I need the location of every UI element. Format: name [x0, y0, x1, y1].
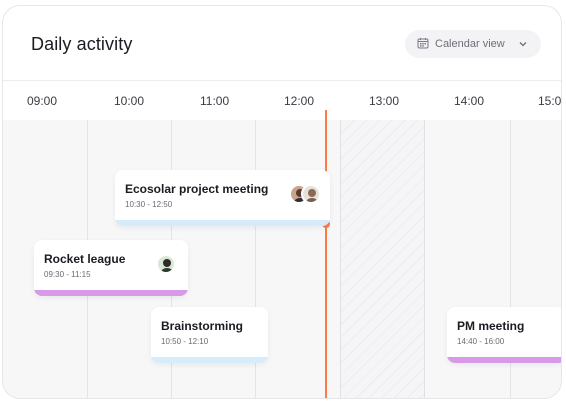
event-color-bar [34, 290, 188, 296]
event-title: Rocket league [44, 252, 126, 266]
event-title: PM meeting [457, 319, 525, 333]
event-pm-meeting[interactable]: PM meeting 14:40 - 16:00 [447, 307, 561, 363]
event-rocket-league[interactable]: Rocket league 09:30 - 11:15 [34, 240, 188, 296]
hour-label: 13:00 [369, 94, 400, 108]
hour-scale: 09:00 10:00 11:00 12:00 13:00 14:00 15:0 [3, 80, 561, 120]
avatar [156, 254, 176, 274]
event-color-bar [447, 357, 561, 363]
hour-label: 12:00 [284, 94, 315, 108]
event-time: 09:30 - 11:15 [44, 270, 91, 279]
event-brainstorming[interactable]: Brainstorming 10:50 - 12:10 [151, 307, 268, 363]
event-color-bar [115, 220, 330, 226]
event-ecosolar-project-meeting[interactable]: Ecosolar project meeting 10:30 - 12:50 [115, 170, 330, 226]
hour-label: 09:00 [27, 94, 58, 108]
current-time-line [325, 110, 327, 398]
daily-activity-card: Daily activity Calendar view 09:00 10:00… [2, 5, 562, 399]
hour-label: 11:00 [200, 94, 230, 108]
event-color-bar [151, 357, 268, 363]
chevron-down-icon [519, 39, 527, 49]
avatar [301, 184, 321, 204]
event-title: Ecosolar project meeting [125, 182, 269, 196]
calendar-view-button[interactable]: Calendar view [405, 30, 541, 58]
event-time: 10:50 - 12:10 [161, 337, 209, 346]
hour-label: 15:0 [538, 94, 562, 108]
hour-label: 14:00 [454, 94, 485, 108]
hour-label: 10:00 [114, 94, 145, 108]
event-time: 10:30 - 12:50 [125, 200, 173, 209]
card-header: Daily activity Calendar view [3, 6, 561, 80]
timeline-grid[interactable]: Ecosolar project meeting 10:30 - 12:50 R… [3, 110, 561, 398]
calendar-icon [417, 37, 429, 52]
page-title: Daily activity [31, 34, 133, 54]
unavailable-slot [340, 120, 425, 398]
event-time: 14:40 - 16:00 [457, 337, 505, 346]
calendar-view-label: Calendar view [435, 38, 505, 50]
event-title: Brainstorming [161, 319, 244, 333]
